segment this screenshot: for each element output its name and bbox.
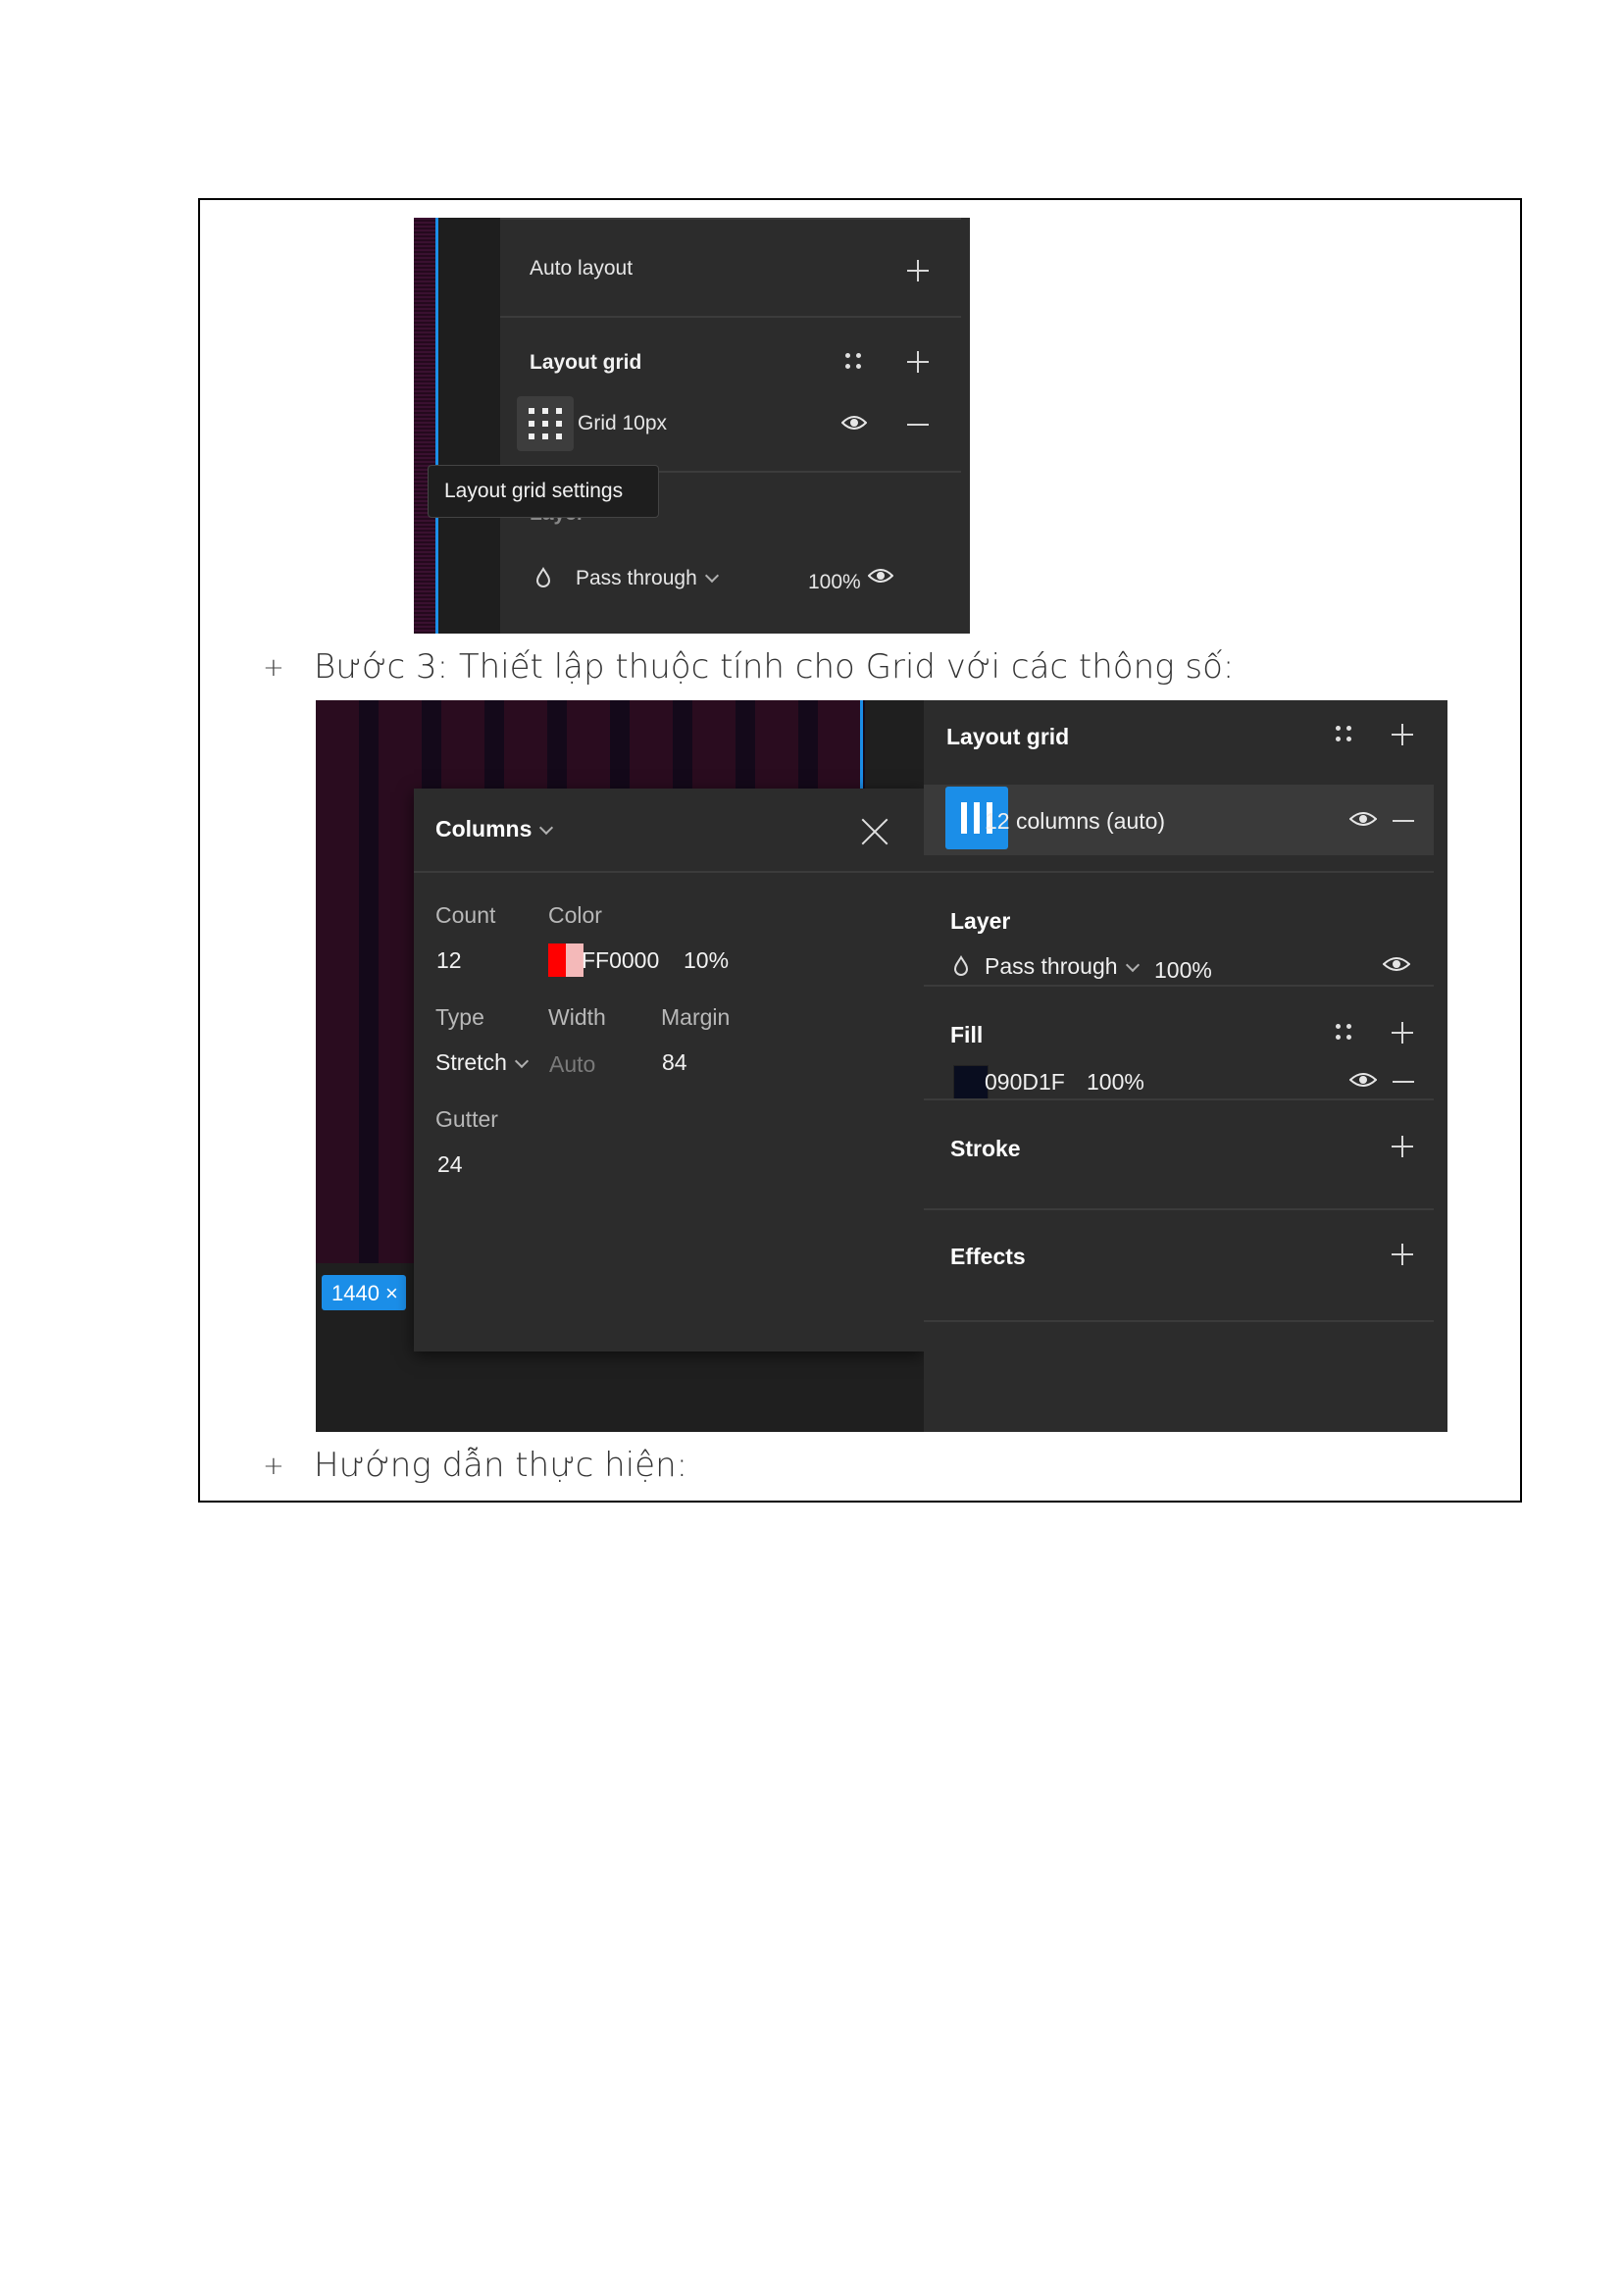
add-layout-grid-icon[interactable] [907,351,929,373]
grid-color-swatch[interactable] [548,943,584,977]
visibility-eye-icon[interactable] [841,414,867,432]
divider [924,1320,1434,1322]
color-hex-input[interactable]: FF0000 [582,947,659,974]
divider [924,1098,1434,1100]
add-effects-icon[interactable] [1392,1244,1413,1265]
add-stroke-icon[interactable] [1392,1136,1413,1157]
frame-size-text: 1440 × [331,1281,398,1305]
bullet-plus: + [263,653,284,683]
fill-styles-icon[interactable] [1336,1024,1351,1040]
count-label: Count [435,902,496,928]
layer-visibility-eye-icon[interactable] [1383,955,1410,973]
remove-fill-icon[interactable] [1393,1081,1414,1083]
type-label: Type [435,1004,484,1030]
blend-mode-value: Pass through [576,567,697,589]
gutter-label: Gutter [435,1106,498,1132]
layer-opacity[interactable]: 100% [1154,957,1212,984]
chevron-down-icon [704,568,719,584]
fill-color-swatch[interactable] [953,1065,989,1100]
chevron-down-icon [514,1053,529,1069]
screenshot-columns-settings: 1440 × Columns Count Color 12 FF0000 10%… [316,700,1447,1432]
fill-title: Fill [950,1022,984,1047]
layout-grid-title: Layout grid [946,724,1070,749]
add-auto-layout-icon[interactable] [907,260,929,281]
layer-title: Layer [950,908,1011,934]
fill-opacity-input[interactable]: 100% [1087,1069,1144,1096]
close-icon[interactable] [861,818,888,845]
color-label: Color [548,902,602,928]
chevron-down-icon [539,820,554,836]
gutter-input[interactable]: 24 [437,1151,463,1178]
effects-title: Effects [950,1244,1026,1269]
type-value: Stretch [435,1049,507,1075]
remove-grid-icon[interactable] [907,424,929,426]
add-fill-icon[interactable] [1392,1022,1413,1044]
auto-layout-title: Auto layout [530,257,634,280]
divider [414,871,924,873]
blend-drop-icon [535,567,551,587]
blend-drop-icon [953,955,969,976]
divider [924,871,1434,873]
color-opacity-input[interactable]: 10% [684,947,729,974]
stroke-title: Stroke [950,1136,1021,1161]
type-select[interactable]: Stretch [435,1049,529,1076]
margin-input[interactable]: 84 [662,1049,687,1076]
blend-mode-select[interactable]: Pass through [576,567,719,590]
fill-hex-input[interactable]: 090D1F [985,1069,1065,1096]
grid-styles-icon[interactable] [845,353,861,369]
grid-item-label[interactable]: 12 columns (auto) [985,808,1165,835]
blend-mode-select[interactable]: Pass through [985,953,1140,980]
guide-text: Hướng dẫn thực hiện: [314,1446,688,1485]
grid-styles-icon[interactable] [1336,726,1351,741]
fill-visibility-eye-icon[interactable] [1349,1071,1377,1089]
add-layout-grid-icon[interactable] [1392,724,1413,745]
canvas-strip [414,218,435,634]
screenshot-layout-grid-panel: Auto layout Layout grid Grid 10px Layer … [414,218,970,634]
layout-grid-title: Layout grid [530,351,642,374]
remove-grid-icon[interactable] [1393,820,1414,822]
bullet-plus: + [263,1452,284,1481]
margin-label: Margin [661,1004,731,1030]
layer-visibility-eye-icon[interactable] [868,567,893,585]
visibility-eye-icon[interactable] [1349,810,1377,828]
grid-item-label[interactable]: Grid 10px [578,412,667,435]
grid-type-value: Columns [435,816,533,841]
tooltip-text: Layout grid settings [444,480,624,502]
panel-gutter [438,218,500,634]
chevron-down-icon [1125,957,1140,973]
divider [500,316,961,318]
width-input[interactable]: Auto [549,1051,595,1078]
layer-opacity[interactable]: 100% [808,571,861,594]
divider [924,985,1434,987]
blend-mode-value: Pass through [985,953,1118,979]
layout-grid-settings-icon[interactable] [517,396,574,451]
columns-settings-popup: Columns Count Color 12 FF0000 10% Type W… [414,789,924,1351]
step-3-text: Bước 3: Thiết lập thuộc tính cho Grid vớ… [314,647,1235,687]
divider [500,218,961,220]
frame-size-badge: 1440 × [322,1275,406,1310]
grid-type-select[interactable]: Columns [435,816,554,842]
tooltip: Layout grid settings [428,465,659,518]
width-label: Width [548,1004,606,1030]
count-input[interactable]: 12 [436,947,462,974]
divider [924,1208,1434,1210]
